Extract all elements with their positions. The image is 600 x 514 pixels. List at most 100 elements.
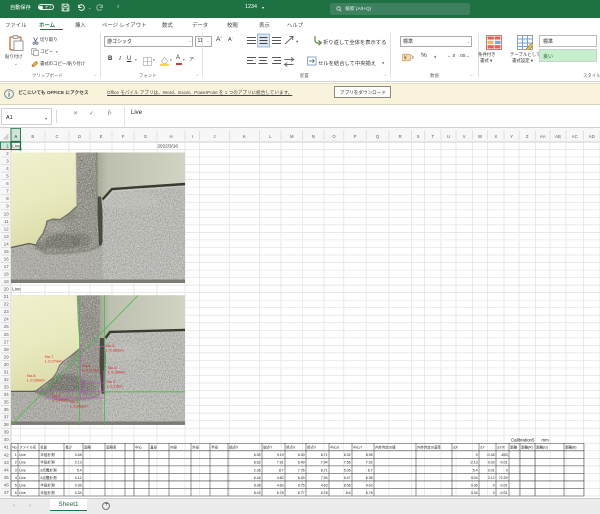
svg-text:ファイル名: ファイル名 bbox=[19, 445, 36, 450]
svg-text:6.32: 6.32 bbox=[344, 453, 351, 457]
svg-text:12: 12 bbox=[4, 226, 9, 231]
svg-text:-0.01: -0.01 bbox=[499, 461, 507, 465]
svg-text:2.13: 2.13 bbox=[75, 461, 82, 465]
svg-text:32: 32 bbox=[4, 377, 9, 382]
svg-text:24: 24 bbox=[4, 317, 9, 322]
svg-text:18: 18 bbox=[4, 272, 9, 277]
svg-text:中心: 中心 bbox=[135, 445, 142, 450]
svg-text:3.12: 3.12 bbox=[75, 476, 82, 480]
svg-text:43: 43 bbox=[4, 460, 9, 465]
svg-text:距離(R): 距離(R) bbox=[521, 445, 533, 450]
svg-text:5.06: 5.06 bbox=[344, 468, 351, 472]
svg-text:終点X: 終点X bbox=[286, 445, 296, 450]
svg-text:22: 22 bbox=[4, 302, 9, 307]
svg-text:¥: ¥ bbox=[404, 56, 407, 62]
svg-text:30: 30 bbox=[4, 362, 9, 367]
svg-text:34: 34 bbox=[4, 392, 9, 397]
svg-text:3: 3 bbox=[15, 468, 17, 472]
svg-text:K: K bbox=[243, 134, 246, 139]
svg-text:直径: 直径 bbox=[150, 445, 157, 450]
svg-text:中心Y: 中心Y bbox=[353, 445, 363, 450]
svg-text:中心X: 中心X bbox=[330, 445, 340, 450]
svg-text:V: V bbox=[463, 134, 466, 139]
svg-text:Live: Live bbox=[19, 468, 26, 472]
svg-text:0.03: 0.03 bbox=[488, 461, 495, 465]
svg-text:6.78: 6.78 bbox=[321, 491, 328, 495]
svg-text:S: S bbox=[417, 134, 420, 139]
svg-text:Live: Live bbox=[19, 483, 26, 487]
svg-text:H: H bbox=[169, 134, 172, 139]
svg-text:始点Y: 始点Y bbox=[263, 445, 273, 450]
svg-text:41: 41 bbox=[4, 445, 9, 450]
svg-text:25: 25 bbox=[4, 324, 9, 329]
svg-text:L 0.45mm: L 0.45mm bbox=[70, 403, 88, 408]
svg-text:27: 27 bbox=[4, 339, 9, 344]
svg-text:2: 2 bbox=[15, 461, 17, 465]
svg-text:39: 39 bbox=[4, 430, 9, 435]
svg-text:29: 29 bbox=[4, 354, 9, 359]
svg-text:半径計測: 半径計測 bbox=[40, 490, 55, 495]
svg-text:内外判定の値: 内外判定の値 bbox=[375, 445, 396, 450]
svg-text:A: A bbox=[14, 134, 17, 139]
svg-text:14: 14 bbox=[4, 241, 9, 246]
svg-text:0.34: 0.34 bbox=[75, 491, 82, 495]
svg-text:8.62: 8.62 bbox=[254, 461, 261, 465]
svg-text:長さ: 長さ bbox=[65, 445, 72, 450]
svg-text:0: 0 bbox=[493, 491, 495, 495]
svg-text:8.7: 8.7 bbox=[279, 468, 284, 472]
svg-text:Live: Live bbox=[12, 287, 21, 292]
svg-text:内径: 内径 bbox=[170, 445, 177, 450]
svg-text:I: I bbox=[192, 134, 193, 139]
svg-text:46: 46 bbox=[4, 482, 9, 487]
svg-text:-653: -653 bbox=[500, 453, 507, 457]
svg-text:AD: AD bbox=[589, 134, 595, 139]
svg-text:9.19: 9.19 bbox=[277, 453, 284, 457]
svg-text:X: X bbox=[494, 134, 497, 139]
svg-text:名前: 名前 bbox=[40, 445, 47, 450]
svg-text:AC: AC bbox=[572, 134, 578, 139]
svg-text:3.12: 3.12 bbox=[488, 476, 495, 480]
svg-text:ΔX: ΔX bbox=[453, 446, 458, 450]
svg-text:7.92: 7.92 bbox=[366, 461, 373, 465]
svg-text:-2.13: -2.13 bbox=[469, 461, 477, 465]
svg-text:N: N bbox=[312, 134, 315, 139]
svg-text:6.49: 6.49 bbox=[298, 476, 305, 480]
svg-text:4.63: 4.63 bbox=[366, 483, 373, 487]
svg-text:8.95: 8.95 bbox=[366, 453, 373, 457]
svg-text:0: 0 bbox=[493, 483, 495, 487]
svg-text:2点間計測: 2点間計測 bbox=[40, 467, 57, 472]
svg-text:Z: Z bbox=[526, 134, 529, 139]
svg-text:2022/3/16: 2022/3/16 bbox=[158, 144, 179, 149]
svg-text:6.78: 6.78 bbox=[366, 491, 373, 495]
svg-text:33: 33 bbox=[4, 385, 9, 390]
svg-text:R: R bbox=[399, 134, 402, 139]
svg-text:-0.01: -0.01 bbox=[499, 483, 507, 487]
svg-text:8.71: 8.71 bbox=[321, 453, 328, 457]
svg-text:0.48: 0.48 bbox=[75, 453, 82, 457]
svg-text:13: 13 bbox=[4, 234, 9, 239]
svg-text:37: 37 bbox=[4, 415, 9, 420]
svg-text:38: 38 bbox=[4, 422, 9, 427]
svg-text:折り返して全体を表示する: 折り返して全体を表示する bbox=[323, 38, 386, 46]
svg-text:Live: Live bbox=[19, 461, 26, 465]
svg-text:2点間計測: 2点間計測 bbox=[40, 475, 57, 480]
svg-text:26: 26 bbox=[4, 332, 9, 337]
svg-text:7.56: 7.56 bbox=[344, 461, 351, 465]
svg-text:AB: AB bbox=[555, 134, 561, 139]
svg-text:Live: Live bbox=[19, 491, 26, 495]
svg-text:7.76: 7.76 bbox=[298, 468, 305, 472]
svg-text:J: J bbox=[213, 134, 215, 139]
svg-text:U: U bbox=[447, 134, 450, 139]
svg-text:4: 4 bbox=[15, 476, 17, 480]
svg-text:10: 10 bbox=[4, 211, 9, 216]
svg-text:外径: 外径 bbox=[192, 445, 199, 450]
svg-text:セルを結合して中央揃え: セルを結合して中央揃え bbox=[318, 59, 376, 67]
svg-text:8.77: 8.77 bbox=[298, 491, 305, 495]
svg-text:45: 45 bbox=[4, 475, 9, 480]
svg-text:L 0.29mm: L 0.29mm bbox=[27, 377, 45, 382]
svg-text:16: 16 bbox=[4, 256, 9, 261]
svg-text:17: 17 bbox=[4, 264, 9, 269]
svg-text:23: 23 bbox=[4, 309, 9, 314]
svg-text:0: 0 bbox=[506, 468, 508, 472]
svg-text:ΔY: ΔY bbox=[480, 446, 485, 450]
